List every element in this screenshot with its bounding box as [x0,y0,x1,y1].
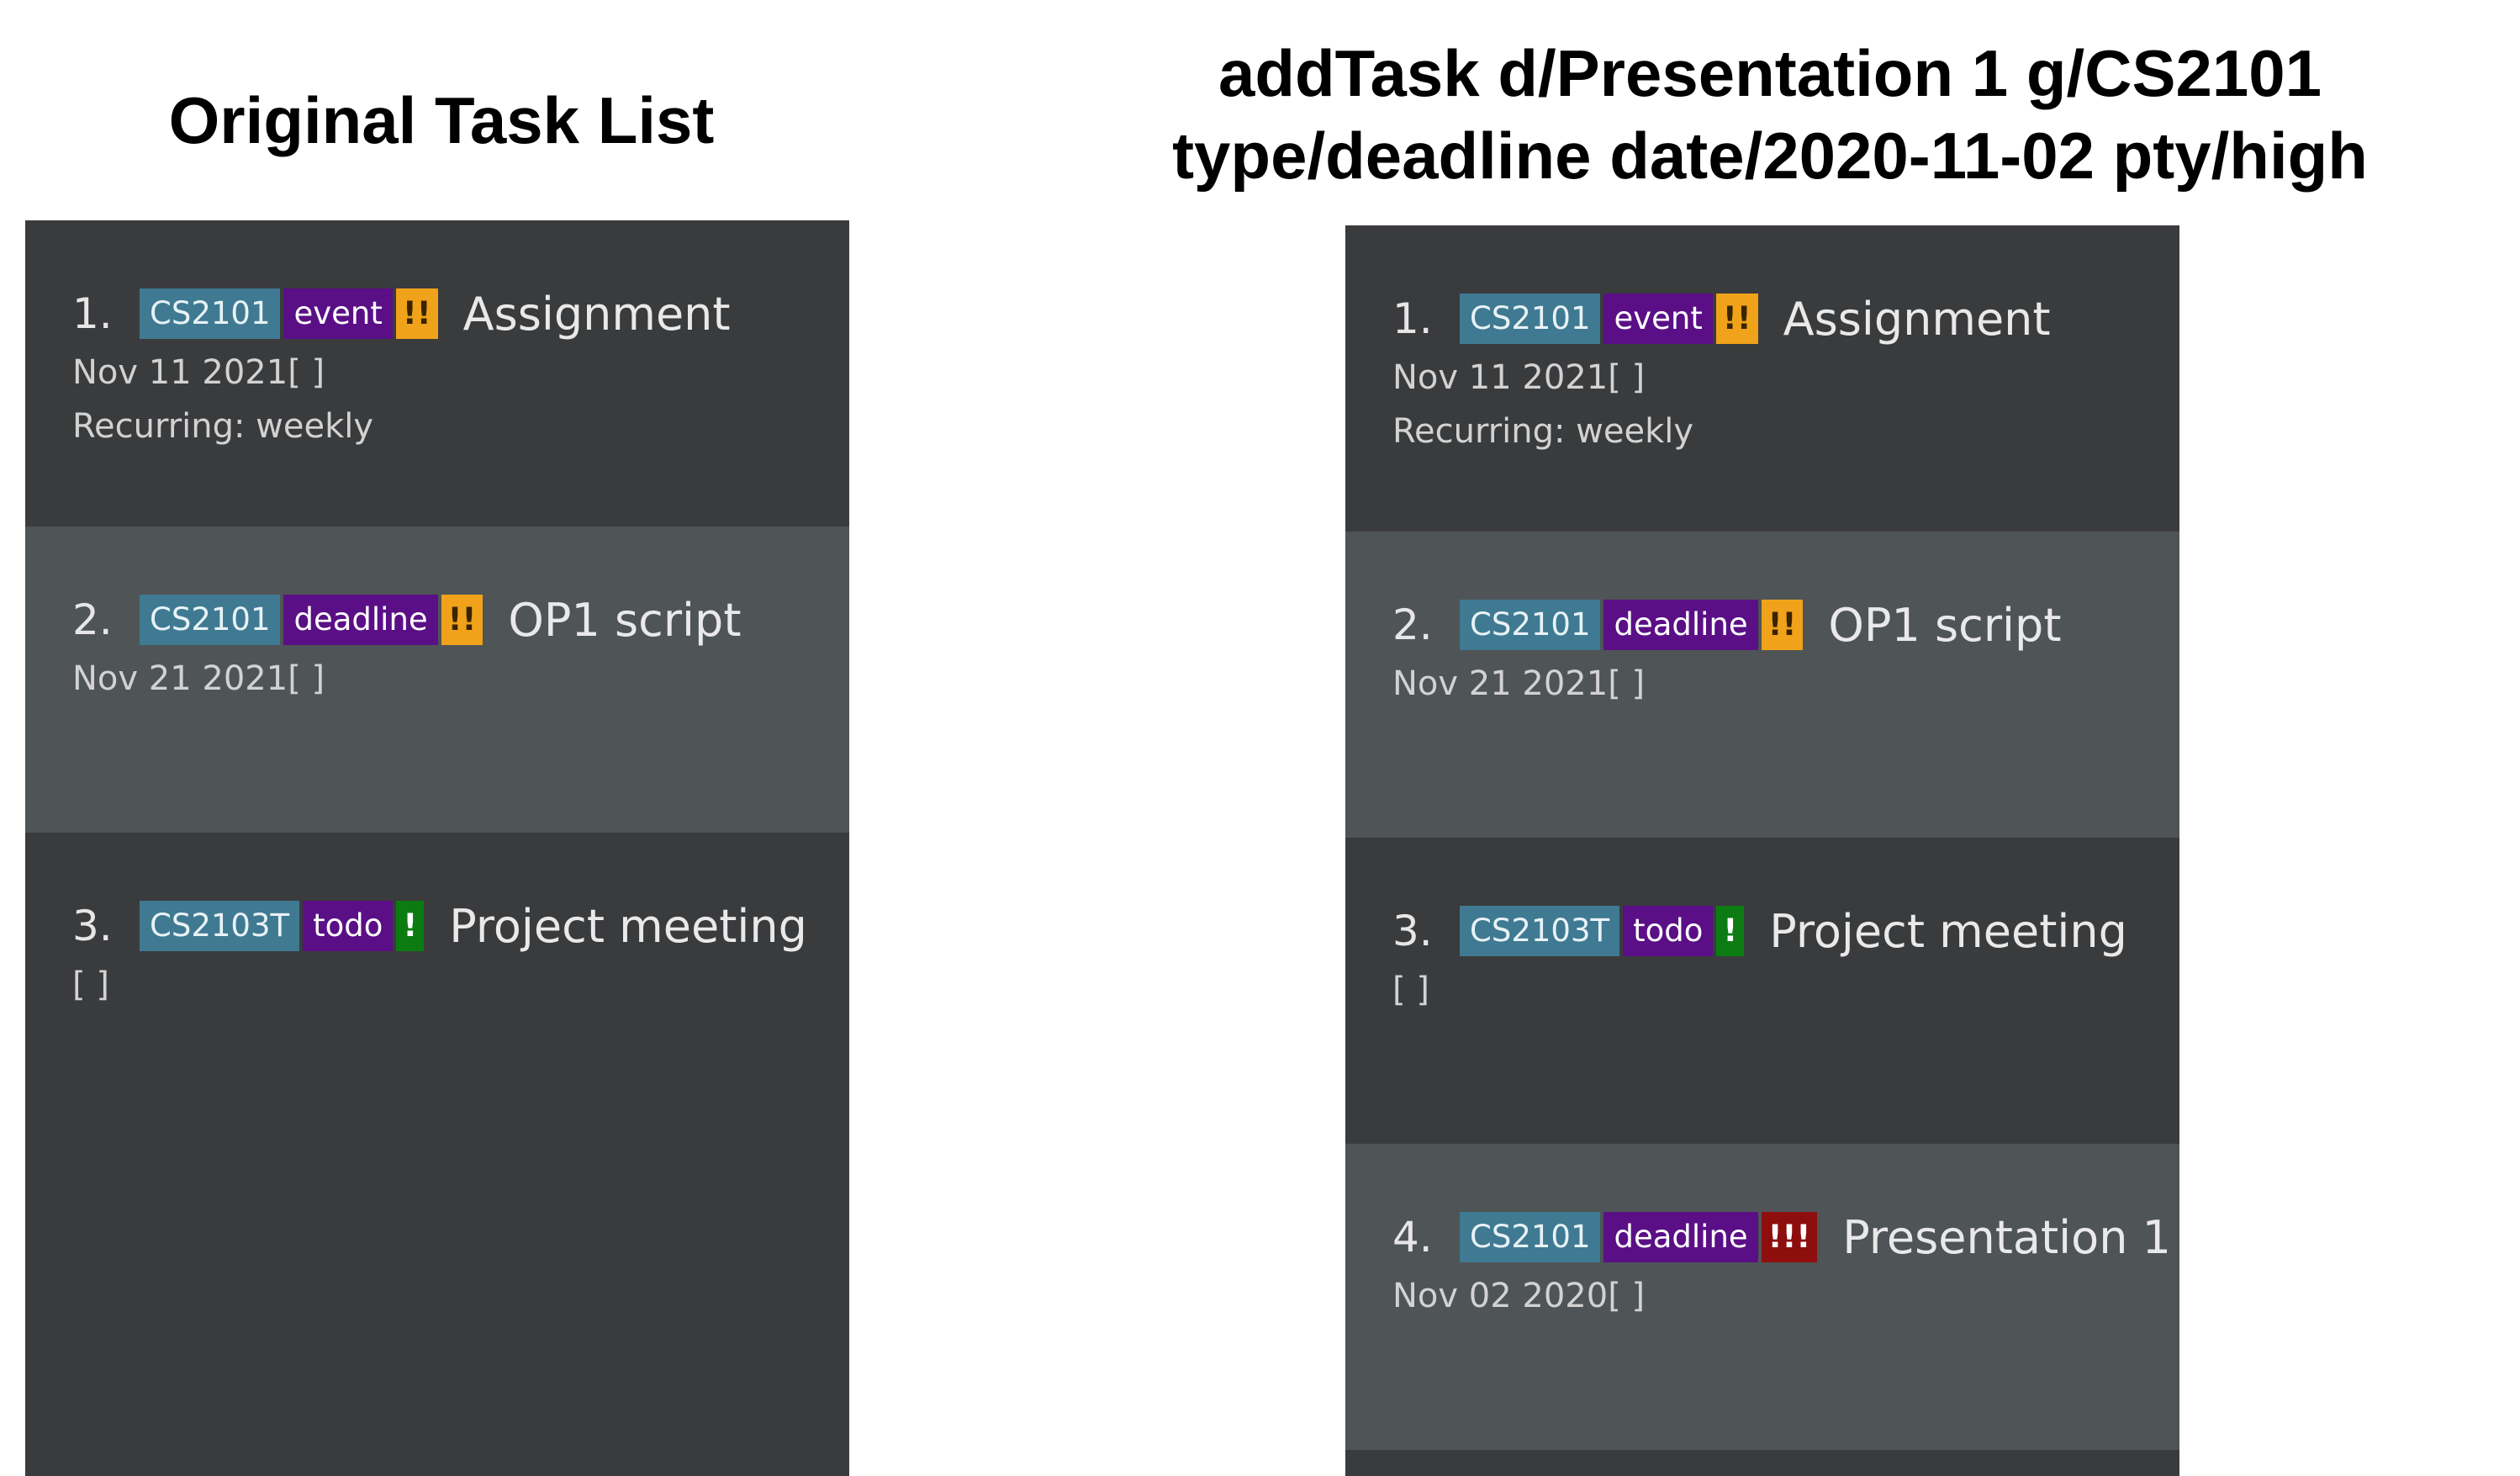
module-tag: CS2101 [140,288,281,339]
type-tag: event [1603,294,1713,344]
task-index: 3. [1392,907,1433,955]
task-list-panel-updated[interactable]: 1. CS2101 event !! Assignment Nov 11 202… [1345,225,2179,1476]
type-tag: todo [1623,906,1714,956]
task-name: OP1 script [1828,598,2062,652]
priority-tag: !! [441,595,483,645]
task-card[interactable]: 2. CS2101 deadline !! OP1 script Nov 21 … [1345,532,2179,838]
task-card[interactable]: 3. CS2103T todo ! Project meeting [ ] [1345,838,2179,1144]
module-tag: CS2103T [140,901,300,951]
task-card[interactable]: 1. CS2101 event !! Assignment Nov 11 202… [25,220,849,526]
task-recurring: Recurring: weekly [72,407,374,446]
priority-tag: !! [395,288,438,339]
task-date: Nov 02 2020[ ] [1392,1277,1646,1315]
task-index: 2. [1392,600,1433,649]
task-date: Nov 11 2021[ ] [72,353,325,392]
module-tag: CS2101 [1460,294,1601,344]
task-list-panel-original[interactable]: 1. CS2101 event !! Assignment Nov 11 202… [25,220,849,1476]
task-name: Assignment [462,287,731,341]
task-date: [ ] [72,965,109,1004]
original-task-list-title: Original Task List [168,83,715,157]
task-card[interactable]: 3. CS2103T todo ! Project meeting [ ] [25,833,849,1139]
type-tag: event [283,288,393,339]
type-tag: deadline [1603,600,1758,650]
type-tag: deadline [283,595,438,645]
command-title-line1: addTask d/Presentation 1 g/CS2101 [1218,36,2322,110]
task-index: 1. [72,289,113,338]
task-name: Presentation 1 [1842,1210,2171,1264]
task-index: 1. [1392,294,1433,343]
priority-tag: !! [1715,294,1758,344]
module-tag: CS2101 [140,595,281,645]
task-name: Project meeting [449,899,807,953]
command-title: addTask d/Presentation 1 g/CS2101 type/d… [1085,32,2455,197]
priority-tag: ! [1716,906,1745,956]
module-tag: CS2101 [1460,600,1601,650]
priority-tag: !!! [1761,1212,1818,1262]
task-card[interactable]: 1. CS2101 event !! Assignment Nov 11 202… [1345,225,2179,532]
task-index: 4. [1392,1213,1433,1262]
task-date: Nov 11 2021[ ] [1392,358,1646,397]
task-index: 2. [72,595,113,644]
task-name: Assignment [1783,292,2051,346]
task-index: 3. [72,902,113,950]
task-card[interactable]: 2. CS2101 deadline !! OP1 script Nov 21 … [25,526,849,833]
type-tag: deadline [1603,1212,1758,1262]
priority-tag: !! [1761,600,1804,650]
module-tag: CS2101 [1460,1212,1601,1262]
task-recurring: Recurring: weekly [1392,412,1694,451]
priority-tag: ! [396,901,425,951]
task-card[interactable]: 4. CS2101 deadline !!! Presentation 1 No… [1345,1144,2179,1450]
task-name: OP1 script [508,593,742,647]
command-title-line2: type/deadline date/2020-11-02 pty/high [1172,119,2368,193]
module-tag: CS2103T [1460,906,1620,956]
task-date: Nov 21 2021[ ] [1392,664,1646,703]
task-date: Nov 21 2021[ ] [72,659,325,698]
task-date: [ ] [1392,971,1429,1009]
type-tag: todo [303,901,394,951]
task-name: Project meeting [1769,904,2127,958]
